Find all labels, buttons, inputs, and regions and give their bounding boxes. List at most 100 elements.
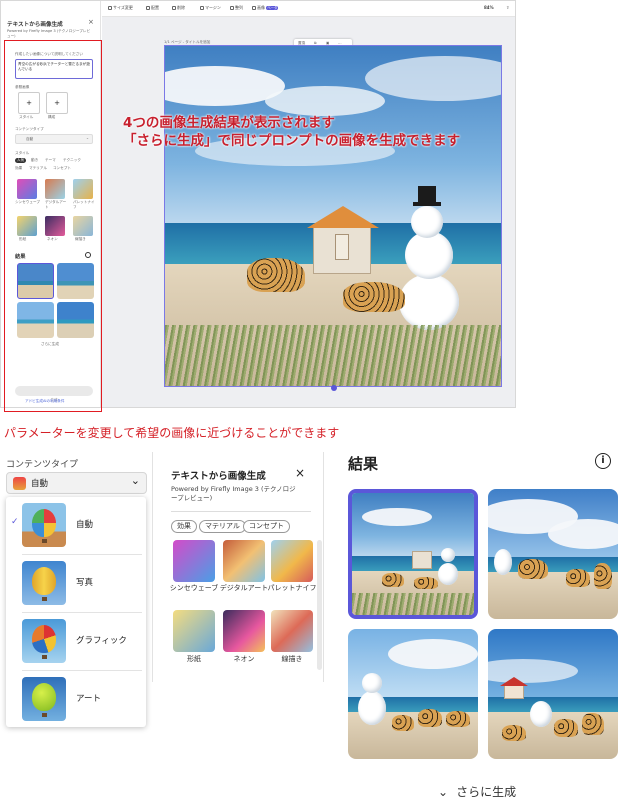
rotate-handle[interactable] [331, 385, 337, 391]
cheetah [392, 715, 414, 731]
style-label: デジタルアート [219, 584, 269, 592]
scrollbar[interactable] [317, 540, 322, 670]
info-icon[interactable]: i [595, 453, 611, 469]
cheetah [594, 563, 612, 589]
style-palette-knife[interactable] [271, 540, 313, 582]
margin-icon [200, 6, 204, 10]
delete-icon [172, 6, 176, 10]
result-image-4[interactable] [488, 629, 618, 759]
style-line-drawing[interactable] [271, 610, 313, 652]
margin-tool[interactable]: マージン [200, 5, 221, 11]
image-tool[interactable]: 画像 ベータ [252, 5, 279, 11]
content-type-select[interactable]: 自動 ⌄ [6, 472, 147, 494]
beach-hut [412, 551, 432, 569]
snowman [494, 549, 512, 575]
beta-badge: ベータ [266, 6, 279, 10]
annotation-line-1: 4つの画像生成結果が表示されます [123, 115, 335, 131]
beach-grass [352, 593, 474, 615]
canvas-area: サイズ変更 配置 削除 マージン 整列 画像 ベータ 84% ⇪ 1/1 ページ… [102, 1, 515, 407]
snowman-body [399, 274, 459, 330]
chip-concept[interactable]: コンセプト [243, 520, 290, 533]
option-thumb [22, 619, 66, 663]
arrange-label: 配置 [151, 5, 159, 10]
more-generate-label: さらに生成 [456, 785, 517, 799]
option-label: 写真 [76, 578, 94, 588]
snowman-head [362, 673, 382, 693]
image-icon [252, 6, 256, 10]
resize-icon [108, 6, 112, 10]
cloud [388, 639, 478, 669]
divider [171, 511, 311, 516]
cheetah-1 [247, 258, 305, 292]
cheetah [414, 577, 438, 589]
check-icon: ✓ [11, 517, 19, 527]
panel-title: テキストから画像生成 [171, 471, 266, 482]
arrange-tool[interactable]: 配置 [146, 5, 159, 11]
resize-tool[interactable]: サイズ変更 [108, 5, 133, 11]
more-generate-button[interactable]: ⌄ さらに生成 [438, 783, 516, 800]
cheetah [382, 573, 404, 587]
hut-door [335, 234, 349, 260]
chevron-down-icon: ⌄ [438, 785, 449, 799]
option-auto[interactable]: ✓ 自動 [6, 497, 146, 554]
cheetah [502, 725, 526, 741]
snowman-middle [405, 231, 453, 279]
cheetah [518, 559, 548, 579]
image-label: 画像 [257, 5, 265, 10]
result-image-2[interactable] [488, 489, 618, 619]
style-label: 線描き [281, 655, 303, 663]
panel-title: テキストから画像生成 [7, 22, 63, 28]
results-title: 結果 [348, 455, 379, 473]
option-photo[interactable]: 写真 [6, 555, 146, 612]
resize-label: サイズ変更 [113, 5, 133, 10]
cloud [362, 508, 432, 526]
result-image-3[interactable] [348, 629, 478, 759]
delete-label: 削除 [177, 5, 185, 10]
option-label: 自動 [76, 520, 94, 530]
close-icon[interactable]: × [88, 18, 94, 26]
page-label: 1/1 ページ - タイトルを追加 [164, 40, 211, 44]
selected-value: 自動 [31, 479, 49, 489]
arrange-icon [146, 6, 150, 10]
share-icon[interactable]: ⇪ [506, 5, 509, 10]
powered-by: Powered by Firefly Image 3 (テクノロジープレビュー) [7, 29, 91, 38]
annotation-line-2: 「さらに生成」で同じプロンプトの画像を生成できます [123, 133, 461, 149]
content-type-menu: ✓ 自動 写真 グラフィック アート [6, 497, 146, 727]
caption: パラメーターを変更して希望の画像に近づけることができます [4, 426, 340, 440]
option-thumb [22, 561, 66, 605]
style-digital-art[interactable] [223, 540, 265, 582]
style-label: パレットナイフ [267, 584, 317, 592]
chip-effect[interactable]: 効果 [171, 520, 197, 533]
cheetah [582, 713, 604, 735]
option-art[interactable]: アート [6, 671, 146, 728]
style-paper[interactable] [173, 610, 215, 652]
delete-tool[interactable]: 削除 [172, 5, 185, 11]
option-graphic[interactable]: グラフィック [6, 613, 146, 670]
align-icon [230, 6, 234, 10]
hut-roof [307, 206, 379, 228]
result-image-1[interactable] [348, 489, 478, 619]
option-label: グラフィック [76, 636, 127, 646]
chip-material[interactable]: マテリアル [199, 520, 246, 533]
top-toolbar: サイズ変更 配置 削除 マージン 整列 画像 ベータ 84% ⇪ [102, 1, 515, 17]
margin-label: マージン [205, 5, 221, 10]
style-label: 形紙 [187, 655, 201, 663]
snowman [358, 691, 386, 725]
snowman [438, 563, 458, 585]
align-label: 整列 [235, 5, 243, 10]
option-label: アート [76, 694, 101, 704]
chevron-down-icon: ⌄ [130, 474, 140, 487]
close-icon[interactable]: × [295, 466, 305, 480]
snowman-head [411, 206, 443, 238]
cheetah [554, 719, 578, 737]
option-thumb [22, 503, 66, 547]
align-tool[interactable]: 整列 [230, 5, 243, 11]
style-panel: テキストから画像生成 × Powered by Firefly Image 3 … [152, 452, 324, 682]
hut-roof [500, 677, 528, 686]
style-neon[interactable] [223, 610, 265, 652]
cheetah [418, 709, 442, 727]
zoom-level[interactable]: 84% [484, 5, 494, 10]
hat-top [418, 186, 436, 203]
generated-image[interactable] [164, 45, 502, 387]
style-synthwave[interactable] [173, 540, 215, 582]
